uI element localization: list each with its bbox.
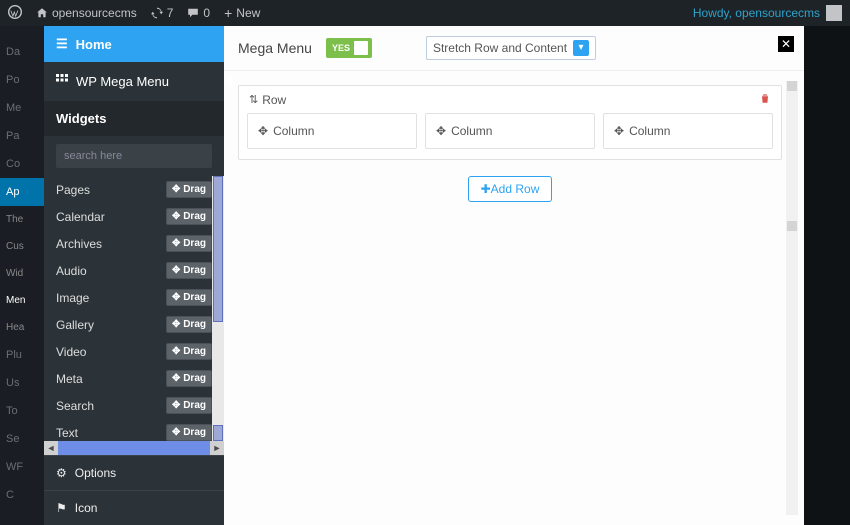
widget-label: Image (56, 291, 89, 305)
search-input[interactable] (56, 144, 212, 168)
page-title: Mega Menu (238, 40, 312, 56)
hamburger-icon: ☰ (56, 36, 68, 52)
comments-icon[interactable]: 0 (187, 6, 210, 20)
widget-list: Pages✥ DragCalendar✥ DragArchives✥ DragA… (44, 176, 224, 441)
drag-button[interactable]: ✥ Drag (166, 343, 212, 360)
widget-item: Meta ✥ Drag (56, 365, 212, 392)
column[interactable]: ✥Column (603, 113, 773, 149)
drag-button[interactable]: ✥ Drag (166, 289, 212, 306)
brand-row[interactable]: WP Mega Menu (44, 62, 224, 101)
widget-item: Search ✥ Drag (56, 392, 212, 419)
drag-button[interactable]: ✥ Drag (166, 181, 212, 198)
widget-item: Audio ✥ Drag (56, 257, 212, 284)
widget-item: Gallery ✥ Drag (56, 311, 212, 338)
widget-label: Pages (56, 183, 90, 197)
move-icon: ✥ (258, 124, 268, 138)
row[interactable]: ⇅ Row ✥Column ✥Column ✥Column (238, 85, 782, 160)
widget-item: Video ✥ Drag (56, 338, 212, 365)
widget-item: Pages ✥ Drag (56, 176, 212, 203)
drag-button[interactable]: ✥ Drag (166, 262, 212, 279)
trash-icon[interactable] (759, 92, 771, 107)
new-link[interactable]: +New (224, 5, 260, 21)
builder-topbar: Mega Menu YES Stretch Row and Content ▾ … (224, 26, 804, 71)
widget-hscrollbar[interactable]: ◄ ► (44, 441, 224, 455)
sort-icon[interactable]: ⇅ (249, 93, 258, 106)
flag-icon: ⚑ (56, 501, 67, 515)
mega-menu-modal: ☰ Home WP Mega Menu Widgets Pages✥ DragC… (44, 26, 804, 525)
wp-admin-bar: opensourcecms 7 0 +New Howdy, opensource… (0, 0, 850, 26)
widget-scrollbar[interactable] (212, 176, 224, 441)
widget-label: Text (56, 426, 78, 440)
widget-item: Calendar ✥ Drag (56, 203, 212, 230)
drag-button[interactable]: ✥ Drag (166, 424, 212, 441)
move-icon: ✥ (614, 124, 624, 138)
widget-label: Search (56, 399, 94, 413)
drag-button[interactable]: ✥ Drag (166, 397, 212, 414)
home-icon[interactable]: opensourcecms (36, 6, 137, 20)
plus-icon: ✚ (481, 182, 491, 196)
add-row-button[interactable]: ✚ Add Row (468, 176, 553, 202)
widget-item: Archives ✥ Drag (56, 230, 212, 257)
avatar (826, 5, 842, 21)
drag-button[interactable]: ✥ Drag (166, 235, 212, 252)
column[interactable]: ✥Column (425, 113, 595, 149)
canvas-scrollbar[interactable] (786, 81, 798, 515)
widget-label: Video (56, 345, 86, 359)
drag-button[interactable]: ✥ Drag (166, 370, 212, 387)
move-icon: ✥ (436, 124, 446, 138)
widget-label: Meta (56, 372, 83, 386)
grid-icon (56, 74, 68, 89)
updates-icon[interactable]: 7 (151, 6, 174, 20)
builder-canvas: ⇅ Row ✥Column ✥Column ✥Column ✚ (224, 71, 804, 525)
widget-label: Gallery (56, 318, 94, 332)
widget-label: Calendar (56, 210, 105, 224)
column[interactable]: ✥Column (247, 113, 417, 149)
widgets-heading: Widgets (44, 101, 224, 136)
layout-select[interactable]: Stretch Row and Content ▾ (426, 36, 596, 60)
options-link[interactable]: ⚙ Options (44, 455, 224, 490)
drag-button[interactable]: ✥ Drag (166, 316, 212, 333)
mega-menu-sidebar: ☰ Home WP Mega Menu Widgets Pages✥ DragC… (44, 26, 224, 525)
drag-button[interactable]: ✥ Drag (166, 208, 212, 225)
chevron-down-icon: ▾ (573, 40, 589, 56)
mega-menu-toggle[interactable]: YES (326, 38, 372, 58)
howdy-link[interactable]: Howdy, opensourcecms (693, 5, 842, 21)
widget-item: Text ✥ Drag (56, 419, 212, 441)
wp-admin-sidebar: DaPoMePaCo ApTheCusWidMenHea PluUsToSeWF… (0, 26, 44, 525)
home-button[interactable]: ☰ Home (44, 26, 224, 62)
close-icon[interactable]: ✕ (778, 36, 794, 52)
widget-label: Audio (56, 264, 87, 278)
icon-link[interactable]: ⚑ Icon (44, 490, 224, 525)
wp-logo-icon[interactable] (8, 5, 22, 22)
widget-label: Archives (56, 237, 102, 251)
gear-icon: ⚙ (56, 466, 67, 480)
widget-item: Image ✥ Drag (56, 284, 212, 311)
